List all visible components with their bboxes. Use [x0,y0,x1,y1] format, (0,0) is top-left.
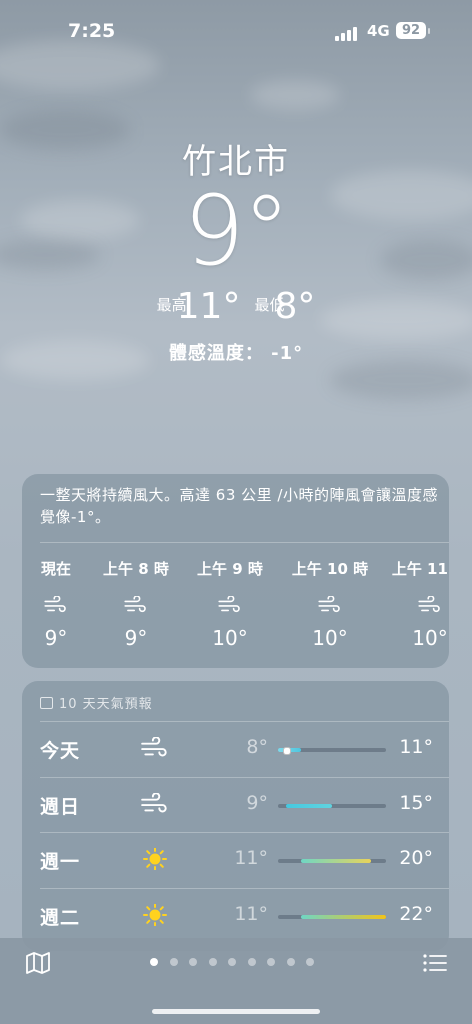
hour-temp: 9° [124,626,148,650]
hour-label: 上午 11 時 [391,560,449,578]
high-temp: 11° [399,736,433,758]
high-temp: 15° [399,791,433,814]
temperature-range-bar [278,803,386,808]
temperature-range-fill [301,914,386,919]
daily-row[interactable]: 週日 9° 15° [22,776,449,832]
low-temp: 11° [234,847,268,869]
page-dot[interactable] [189,958,197,966]
home-indicator[interactable] [152,1009,320,1014]
temperature-range-fill [285,803,332,808]
day-label: 週二 [40,906,81,929]
high-temp: 20° [399,847,433,869]
battery-level: 92 [401,23,421,38]
temperature-range-bar [278,914,386,919]
high-temp: 22° [399,902,433,925]
day-label: 週一 [40,851,81,873]
low-temp: 11° [234,902,268,925]
page-dot[interactable] [286,958,295,966]
cellular-signal-icon [335,25,361,41]
ten-day-forecast-card[interactable]: 10 天天氣預報 今天 8° 11° 週日 9° 15° 週一 11° 20° 週二 11° 22° [22,681,449,951]
daily-row[interactable]: 今天 8° 11° [22,721,449,776]
hour-temp: 10° [412,626,448,650]
hour-label: 上午 8 時 [103,560,169,578]
page-dot[interactable] [228,958,236,966]
day-label: 今天 [40,740,81,762]
wind-icon [417,595,443,614]
hourly-description: 一整天將持續風大。高達 63 公里 /小時的陣風會讓溫度感覺像-1°。 [40,486,438,526]
hourly-item: 現在 9° [22,558,96,650]
list-icon[interactable] [423,953,447,973]
temperature-range-bar [278,747,386,755]
calendar-icon [40,697,53,709]
temperature-range-fill [301,859,371,863]
sun-icon [140,847,170,871]
page-dot[interactable] [306,958,314,966]
hour-temp: 10° [212,626,248,650]
temperature-range-bar [278,859,386,863]
hour-label: 上午 9 時 [197,560,263,578]
status-bar: 7:25 4G 92 [0,0,472,60]
battery-icon: 92 [396,22,426,39]
hour-temp: 9° [44,626,68,650]
page-dot[interactable] [169,958,178,966]
wind-icon [317,595,343,614]
page-dot[interactable] [208,958,217,966]
divider [40,721,449,722]
divider [40,887,449,889]
low-temp: 9° [246,791,268,814]
high-low: 最高11° 最低8° [0,286,472,327]
status-time: 7:25 [68,20,116,42]
high-temp: 11° [176,286,241,327]
sun-icon [140,902,170,927]
hourly-item: 上午 8 時 9° [96,558,176,650]
low-temp: 8° [274,286,316,327]
wind-icon [217,595,243,614]
current-temperature: 9° [183,175,290,287]
day-label: 週日 [40,795,81,818]
divider [40,832,449,833]
hourly-item: 上午 9 時 10° [190,558,270,650]
network-type: 4G [367,22,390,40]
hourly-item: 上午 11 時 10° [390,558,449,650]
wind-icon [140,791,170,815]
current-temp-dot [282,747,291,755]
daily-row[interactable]: 週二 11° 22° [22,887,449,943]
page-dot[interactable] [267,958,275,966]
low-label: 最低 [254,296,285,314]
hour-label: 上午 10 時 [291,560,369,578]
hour-label: 現在 [40,560,71,578]
map-icon[interactable] [26,952,50,974]
wind-icon [123,595,149,614]
hourly-forecast-card[interactable]: 一整天將持續風大。高達 63 公里 /小時的陣風會讓溫度感覺像-1°。 現在 9°… [22,474,449,668]
hour-temp: 10° [312,626,348,650]
wind-icon [43,595,69,614]
ten-day-header: 10 天天氣預報 [40,693,153,712]
ten-day-title: 10 天天氣預報 [59,697,153,712]
hourly-item: 上午 10 時 10° [290,558,370,650]
daily-row[interactable]: 週一 11° 20° [22,832,449,887]
page-dot[interactable] [247,958,256,966]
divider [40,542,449,543]
page-dot[interactable] [150,958,158,966]
wind-icon [140,736,170,759]
feels-like: 體感溫度： -1° [168,343,304,364]
battery-tip [428,28,430,34]
high-label: 最高 [156,296,187,314]
low-temp: 8° [246,736,268,758]
divider [40,776,449,778]
